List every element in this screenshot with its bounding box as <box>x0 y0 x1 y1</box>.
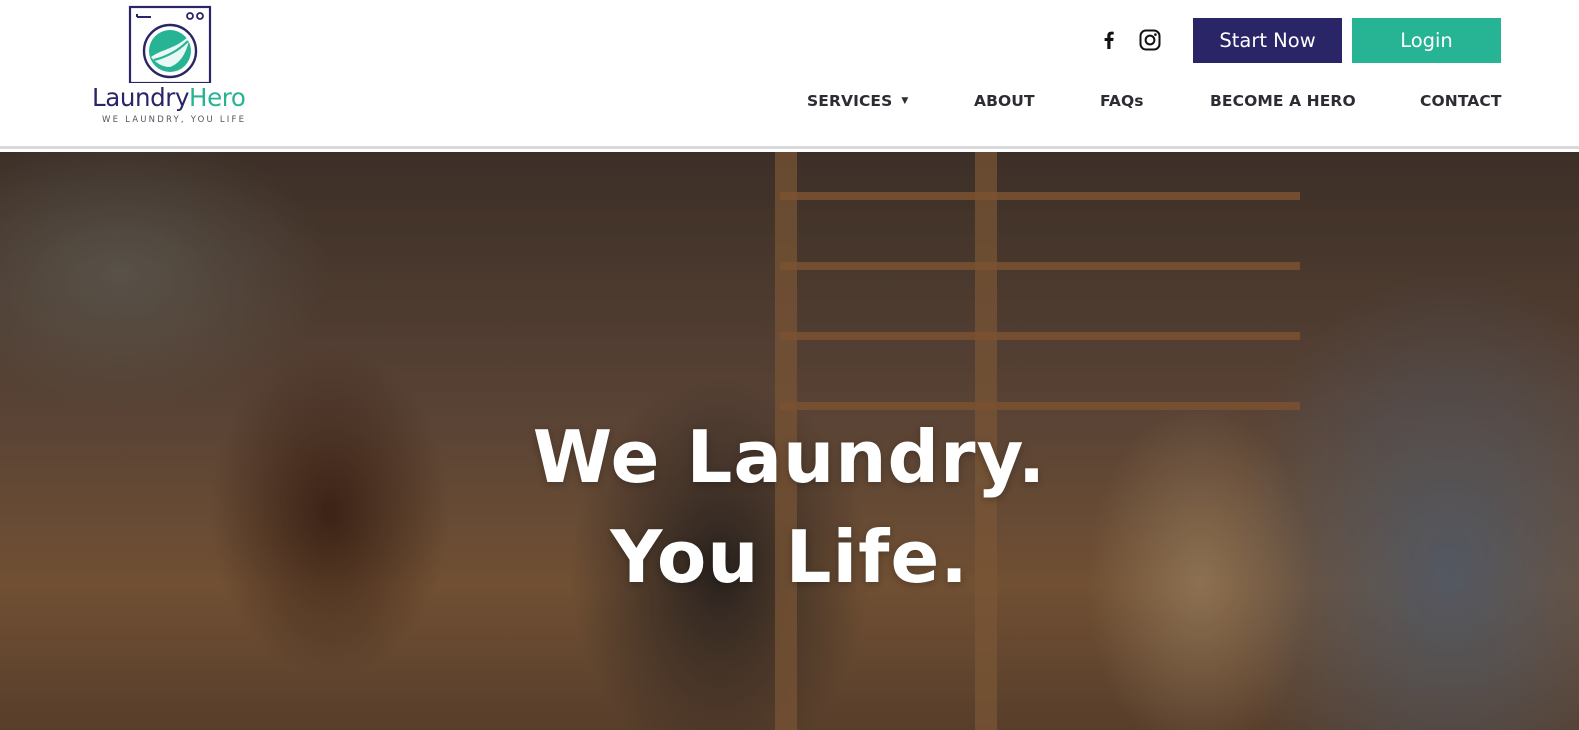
login-button[interactable]: Login <box>1352 18 1501 63</box>
caret-down-icon: ▼ <box>901 96 909 106</box>
hero-headline-line1: We Laundry. <box>532 415 1047 499</box>
washing-machine-icon <box>128 5 212 83</box>
nav-become-a-hero[interactable]: BECOME A HERO <box>1210 90 1356 112</box>
nav-services-label: SERVICES <box>807 92 893 110</box>
facebook-glyph <box>1104 31 1114 49</box>
nav-services[interactable]: SERVICES ▼ <box>807 90 908 112</box>
nav-contact[interactable]: CONTACT <box>1420 90 1502 112</box>
hero-banner: We Laundry. You Life. <box>0 152 1579 730</box>
instagram-glyph <box>1139 29 1161 51</box>
nav-about[interactable]: ABOUT <box>974 90 1035 112</box>
hero-headline: We Laundry. You Life. <box>0 407 1579 607</box>
facebook-icon[interactable] <box>1097 28 1121 52</box>
laundryhero-logo[interactable]: LaundryHero WE LAUNDRY, YOU LIFE <box>88 5 252 129</box>
logo-tagline: WE LAUNDRY, YOU LIFE <box>102 115 247 125</box>
instagram-icon[interactable] <box>1138 28 1162 52</box>
start-now-button[interactable]: Start Now <box>1193 18 1342 63</box>
hero-headline-line2: You Life. <box>610 515 969 599</box>
logo-wordmark: LaundryHero <box>92 83 246 112</box>
site-header: LaundryHero WE LAUNDRY, YOU LIFE Start N… <box>0 0 1579 149</box>
nav-faqs[interactable]: FAQs <box>1100 90 1144 112</box>
